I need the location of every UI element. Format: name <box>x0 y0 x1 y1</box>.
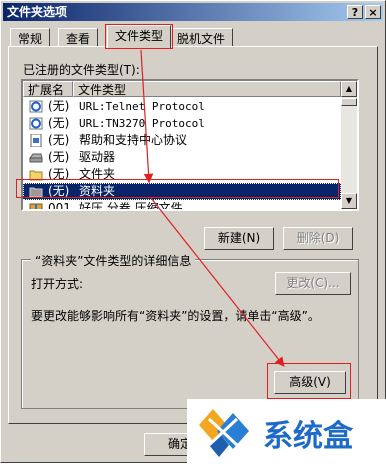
delete-button[interactable]: 删除(D) <box>283 227 353 250</box>
list-item-extension: (无) <box>48 133 70 147</box>
list-item[interactable]: (无) URL:TN3270 Protocol <box>23 115 341 132</box>
close-button[interactable]: × <box>365 5 381 19</box>
registered-types-label: 已注册的文件类型(T): <box>23 63 140 77</box>
change-button[interactable]: 更改(C)... <box>275 272 351 295</box>
folder-options-dialog: 文件夹选项 ? × 常规 查看 文件类型 脱机文件 已注册的文件类型(T): 扩… <box>0 0 386 464</box>
highlight-box-row <box>16 179 339 198</box>
ie-icon <box>29 117 43 130</box>
column-header-extension[interactable]: 扩展名 <box>23 81 73 97</box>
details-heading: “资料夹”文件类型的详细信息 <box>31 252 196 269</box>
scroll-down-icon[interactable]: ▼ <box>341 193 357 209</box>
list-item-extension: 001 <box>48 201 71 211</box>
ie-icon <box>29 100 43 113</box>
archive-icon <box>29 203 43 209</box>
list-item-extension: (无) <box>48 150 70 164</box>
list-item[interactable]: (无) 帮助和支持中心协议 <box>23 132 341 149</box>
list-item-type: URL:Telnet Protocol <box>79 100 205 113</box>
list-item-type: 好压 分卷 压缩文件 <box>79 201 183 211</box>
help-button[interactable]: ? <box>347 5 363 19</box>
tab-offline-files[interactable]: 脱机文件 <box>169 28 234 48</box>
list-item-extension: (无) <box>48 99 70 113</box>
advanced-note: 要更改能够影响所有“资料夹”的设置，请单击“高级”。 <box>31 309 320 323</box>
list-item-type: 驱动器 <box>79 150 116 164</box>
list-item[interactable]: (无) 驱动器 <box>23 149 341 166</box>
logo-icon <box>199 409 249 457</box>
watermark: 系统盒 <box>187 399 386 464</box>
open-with-label: 打开方式: <box>31 277 84 291</box>
list-item-type: URL:TN3270 Protocol <box>79 117 205 130</box>
column-header-file-type[interactable]: 文件类型 <box>73 81 341 97</box>
title-bar[interactable]: 文件夹选项 ? × <box>3 3 383 21</box>
new-button[interactable]: 新建(N) <box>204 227 274 250</box>
list-item-type: 帮助和支持中心协议 <box>79 133 188 147</box>
tab-file-types[interactable]: 文件类型 <box>107 25 172 48</box>
highlight-box-advanced <box>267 363 351 399</box>
list-item-extension: (无) <box>48 116 70 130</box>
scroll-thumb[interactable] <box>341 98 357 106</box>
watermark-text: 系统盒 <box>263 419 353 454</box>
list-item[interactable]: (无) URL:Telnet Protocol <box>23 98 341 115</box>
tab-view[interactable]: 查看 <box>58 28 99 48</box>
scroll-up-icon[interactable]: ▲ <box>341 81 357 97</box>
list-item[interactable]: 001 好压 分卷 压缩文件 <box>23 200 341 211</box>
tab-general[interactable]: 常规 <box>10 28 51 48</box>
list-scrollbar[interactable]: ▲ ▼ <box>341 81 357 209</box>
window-title: 文件夹选项 <box>7 5 68 19</box>
drive-icon <box>29 153 43 163</box>
document-icon <box>30 134 42 147</box>
